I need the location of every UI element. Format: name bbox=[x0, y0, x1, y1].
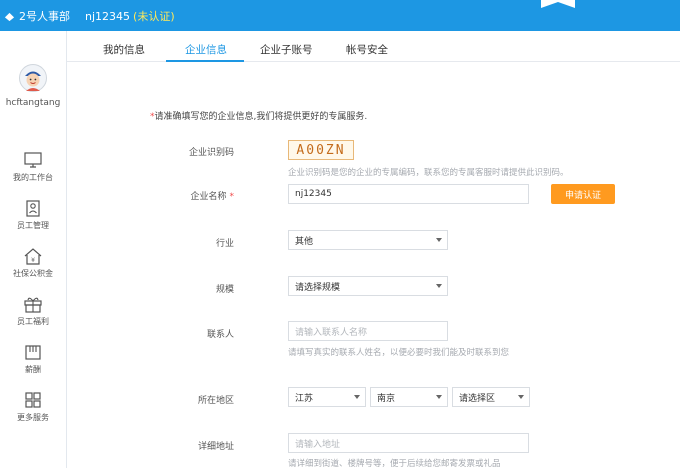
sidebar-item-label: 薪酬 bbox=[25, 365, 41, 374]
logo-icon bbox=[4, 12, 15, 21]
chevron-down-icon bbox=[354, 395, 360, 399]
city-value: 南京 bbox=[377, 393, 396, 404]
form-notice: *请准确填写您的企业信息,我们将提供更好的专属服务. bbox=[150, 112, 368, 122]
contact-hint: 请填写真实的联系人姓名，以便必要时我们能及时联系到您 bbox=[288, 348, 510, 358]
scale-select[interactable]: 请选择规模 bbox=[288, 276, 448, 296]
gift-icon bbox=[24, 297, 42, 313]
industry-value: 其他 bbox=[295, 236, 314, 247]
account-info: nj12345 (未认证) bbox=[85, 8, 175, 24]
house-icon: ¥ bbox=[24, 248, 42, 265]
bookmark-icon bbox=[541, 0, 575, 8]
sidebar-item-benefits[interactable]: 员工福利 bbox=[0, 296, 66, 327]
account-status: (未认证) bbox=[133, 10, 175, 23]
sidebar-item-salary[interactable]: 薪酬 bbox=[0, 344, 66, 375]
required-mark: * bbox=[229, 192, 235, 202]
company-code-value: A00ZN bbox=[288, 140, 354, 160]
chevron-down-icon bbox=[518, 395, 524, 399]
address-hint: 请详细到街道、楼牌号等，便于后续给您邮寄发票或礼品 bbox=[288, 459, 501, 468]
sidebar-item-label: 员工福利 bbox=[17, 317, 49, 326]
grid-icon bbox=[25, 392, 41, 408]
chevron-down-icon bbox=[436, 284, 442, 288]
company-code-hint: 企业识别码是您的企业的专属编码，联系您的专属客服时请提供此识别码。 bbox=[288, 168, 569, 178]
main-panel: 我的信息 企业信息 企业子账号 帐号安全 *请准确填写您的企业信息,我们将提供更… bbox=[67, 31, 680, 468]
tab-my-info[interactable]: 我的信息 bbox=[103, 42, 145, 57]
brand-logo[interactable]: 2号人事部 bbox=[4, 8, 70, 24]
username: hcftangtang bbox=[5, 98, 61, 108]
company-name-label: 企业名称 * bbox=[190, 192, 235, 202]
contact-label: 联系人 bbox=[206, 330, 234, 340]
address-label: 详细地址 bbox=[197, 442, 234, 452]
address-input[interactable]: 请输入地址 bbox=[288, 433, 529, 453]
top-bar: 2号人事部 nj12345 (未认证) bbox=[0, 0, 680, 31]
scale-label: 规模 bbox=[215, 285, 234, 295]
city-select[interactable]: 南京 bbox=[370, 387, 448, 407]
company-name-input[interactable]: nj12345 bbox=[288, 184, 529, 204]
region-label: 所在地区 bbox=[197, 396, 234, 406]
district-value: 请选择区 bbox=[459, 393, 496, 404]
active-tab-indicator bbox=[166, 60, 244, 62]
industry-label: 行业 bbox=[215, 239, 234, 249]
sidebar-item-label: 社保公积金 bbox=[13, 269, 53, 278]
employee-icon bbox=[26, 200, 40, 217]
chevron-down-icon bbox=[436, 238, 442, 242]
tab-bar: 我的信息 企业信息 企业子账号 帐号安全 bbox=[67, 31, 680, 62]
sidebar-item-label: 员工管理 bbox=[17, 221, 49, 230]
sidebar-item-social-insurance[interactable]: ¥ 社保公积金 bbox=[0, 248, 66, 279]
industry-select[interactable]: 其他 bbox=[288, 230, 448, 250]
tab-sub-accounts[interactable]: 企业子账号 bbox=[260, 42, 313, 57]
logo-text: 2号人事部 bbox=[19, 10, 70, 23]
district-select[interactable]: 请选择区 bbox=[452, 387, 530, 407]
apply-certification-button[interactable]: 申请认证 bbox=[551, 184, 615, 204]
account-name: nj12345 bbox=[85, 10, 131, 23]
sidebar-item-employees[interactable]: 员工管理 bbox=[0, 200, 66, 231]
salary-icon bbox=[25, 345, 41, 360]
avatar[interactable] bbox=[19, 64, 47, 92]
scale-value: 请选择规模 bbox=[295, 282, 341, 293]
sidebar-item-label: 更多服务 bbox=[17, 413, 49, 422]
contact-input[interactable]: 请输入联系人名称 bbox=[288, 321, 448, 341]
monitor-icon bbox=[24, 152, 42, 168]
tab-account-security[interactable]: 帐号安全 bbox=[346, 42, 388, 57]
tab-company-info[interactable]: 企业信息 bbox=[185, 42, 227, 57]
province-select[interactable]: 江苏 bbox=[288, 387, 366, 407]
province-value: 江苏 bbox=[295, 393, 314, 404]
company-code-label: 企业识别码 bbox=[188, 148, 234, 158]
svg-text:¥: ¥ bbox=[31, 257, 35, 264]
chevron-down-icon bbox=[436, 395, 442, 399]
sidebar-item-label: 我的工作台 bbox=[13, 173, 53, 182]
